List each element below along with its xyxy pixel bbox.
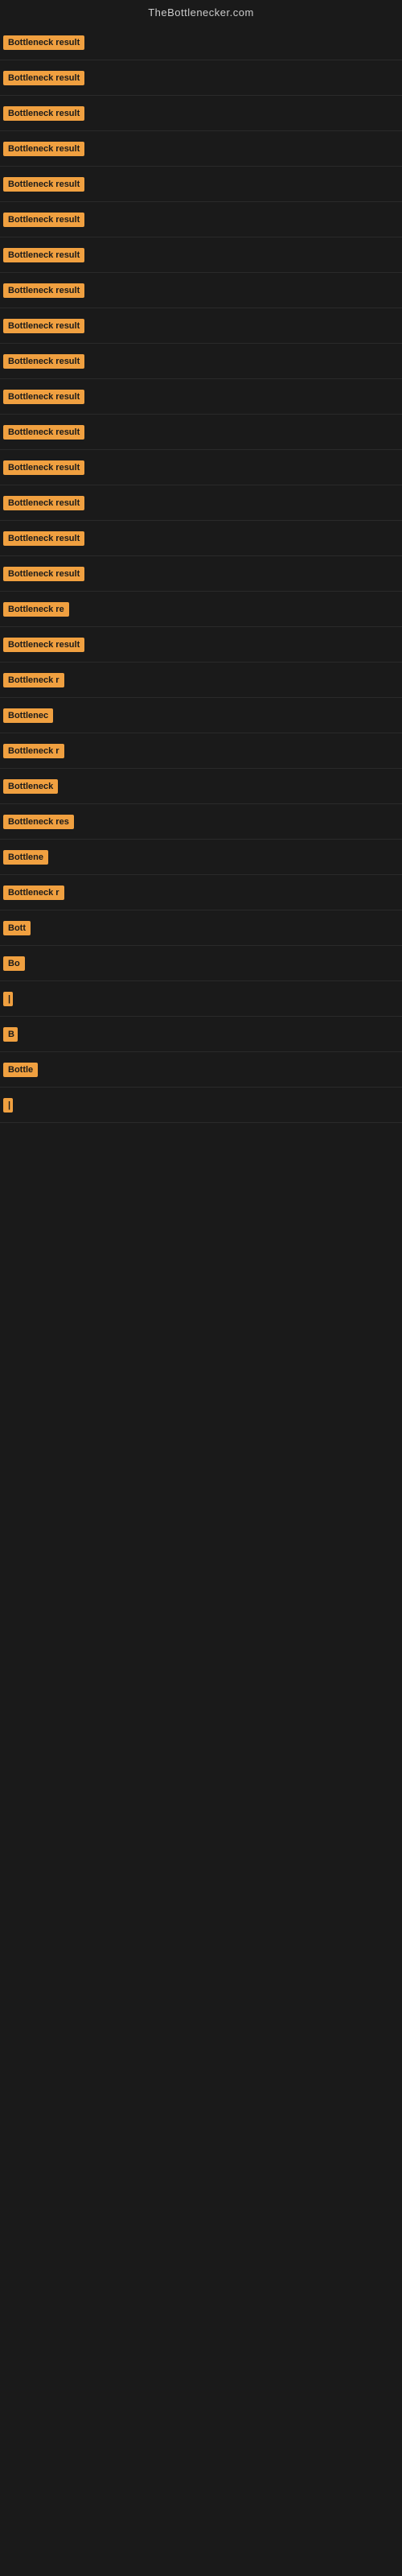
badge-wrap: Bottleneck r (2, 744, 64, 758)
list-item: Bottleneck result (0, 450, 402, 485)
badge-wrap: Bottleneck result (2, 425, 84, 440)
bottleneck-badge[interactable]: Bottleneck result (3, 248, 84, 262)
badge-wrap: Bottleneck result (2, 71, 84, 85)
badge-wrap: Bottle (2, 1063, 38, 1077)
list-item: B (0, 1017, 402, 1052)
badge-wrap: Bottleneck result (2, 460, 84, 475)
bottleneck-badge[interactable]: | (3, 1098, 13, 1113)
list-item: Bottleneck result (0, 344, 402, 379)
badge-wrap: Bottleneck result (2, 142, 84, 156)
bottleneck-badge[interactable]: Bottleneck result (3, 71, 84, 85)
list-item: Bottle (0, 1052, 402, 1088)
bottleneck-badge[interactable]: Bottleneck result (3, 177, 84, 192)
site-title: TheBottlenecker.com (148, 6, 254, 19)
badge-wrap: Bottleneck result (2, 390, 84, 404)
list-item: Bottleneck result (0, 25, 402, 60)
bottleneck-badge[interactable]: Bottleneck (3, 779, 58, 794)
bottleneck-badge[interactable]: Bottleneck res (3, 815, 74, 829)
bottleneck-badge[interactable]: Bottleneck result (3, 283, 84, 298)
badge-wrap: | (2, 1098, 13, 1113)
list-item: Bottleneck result (0, 202, 402, 237)
bottleneck-badge[interactable]: Bott (3, 921, 31, 935)
list-item: Bottleneck result (0, 273, 402, 308)
list-item: Bottleneck result (0, 60, 402, 96)
bottleneck-badge[interactable]: Bottleneck r (3, 673, 64, 687)
list-item: Bottleneck r (0, 663, 402, 698)
list-item: Bottleneck result (0, 521, 402, 556)
bottleneck-badge[interactable]: Bottleneck result (3, 638, 84, 652)
badge-wrap: Bo (2, 956, 25, 971)
bottleneck-badge[interactable]: Bottleneck result (3, 496, 84, 510)
list-item: | (0, 981, 402, 1017)
bottleneck-badge[interactable]: Bottlene (3, 850, 48, 865)
badge-wrap: Bottleneck result (2, 283, 84, 298)
list-item: Bottleneck result (0, 627, 402, 663)
bottleneck-badge[interactable]: | (3, 992, 13, 1006)
badge-wrap: Bottleneck result (2, 531, 84, 546)
badge-wrap: Bottleneck result (2, 354, 84, 369)
list-item: | (0, 1088, 402, 1123)
list-item: Bottleneck res (0, 804, 402, 840)
list-item: Bottleneck result (0, 379, 402, 415)
badge-wrap: Bottleneck res (2, 815, 74, 829)
badge-wrap: Bottleneck result (2, 638, 84, 652)
badge-wrap: Bottleneck re (2, 602, 69, 617)
badge-wrap: Bottleneck result (2, 177, 84, 192)
bottleneck-badge[interactable]: Bottleneck result (3, 567, 84, 581)
bottleneck-badge[interactable]: Bottleneck result (3, 531, 84, 546)
bottleneck-badge[interactable]: Bottleneck result (3, 354, 84, 369)
list-item: Bottleneck result (0, 485, 402, 521)
list-item: Bottleneck re (0, 592, 402, 627)
badge-wrap: Bottleneck result (2, 567, 84, 581)
list-item: Bottleneck result (0, 415, 402, 450)
bottleneck-badge[interactable]: Bottleneck r (3, 886, 64, 900)
bottleneck-badge[interactable]: Bottleneck result (3, 213, 84, 227)
badge-wrap: Bottleneck result (2, 496, 84, 510)
list-item: Bottleneck result (0, 167, 402, 202)
list-item: Bottleneck result (0, 131, 402, 167)
bottleneck-badge[interactable]: Bottleneck result (3, 425, 84, 440)
list-item: Bottleneck result (0, 308, 402, 344)
badge-wrap: Bottleneck result (2, 106, 84, 121)
list-item: Bottleneck result (0, 556, 402, 592)
items-container: Bottleneck result Bottleneck result Bottle… (0, 22, 402, 1126)
badge-wrap: Bottleneck r (2, 673, 64, 687)
list-item: Bottleneck r (0, 733, 402, 769)
bottleneck-badge[interactable]: Bottle (3, 1063, 38, 1077)
list-item: Bottleneck result (0, 237, 402, 273)
list-item: Bottlene (0, 840, 402, 875)
bottleneck-badge[interactable]: Bo (3, 956, 25, 971)
badge-wrap: Bottlenec (2, 708, 53, 723)
bottleneck-badge[interactable]: Bottleneck r (3, 744, 64, 758)
bottleneck-badge[interactable]: Bottleneck re (3, 602, 69, 617)
bottleneck-badge[interactable]: Bottleneck result (3, 142, 84, 156)
badge-wrap: B (2, 1027, 18, 1042)
list-item: Bottleneck r (0, 875, 402, 910)
bottleneck-badge[interactable]: Bottleneck result (3, 35, 84, 50)
badge-wrap: Bottleneck r (2, 886, 64, 900)
badge-wrap: | (2, 992, 13, 1006)
list-item: Bottlenec (0, 698, 402, 733)
bottleneck-badge[interactable]: Bottlenec (3, 708, 53, 723)
badge-wrap: Bott (2, 921, 31, 935)
bottleneck-badge[interactable]: Bottleneck result (3, 390, 84, 404)
list-item: Bottleneck (0, 769, 402, 804)
badge-wrap: Bottlene (2, 850, 48, 865)
bottleneck-badge[interactable]: B (3, 1027, 18, 1042)
bottleneck-badge[interactable]: Bottleneck result (3, 460, 84, 475)
badge-wrap: Bottleneck result (2, 319, 84, 333)
badge-wrap: Bottleneck result (2, 213, 84, 227)
list-item: Bottleneck result (0, 96, 402, 131)
bottleneck-badge[interactable]: Bottleneck result (3, 106, 84, 121)
list-item: Bo (0, 946, 402, 981)
badge-wrap: Bottleneck result (2, 248, 84, 262)
list-item: Bott (0, 910, 402, 946)
badge-wrap: Bottleneck result (2, 35, 84, 50)
badge-wrap: Bottleneck (2, 779, 58, 794)
site-header: TheBottlenecker.com (0, 0, 402, 22)
bottleneck-badge[interactable]: Bottleneck result (3, 319, 84, 333)
